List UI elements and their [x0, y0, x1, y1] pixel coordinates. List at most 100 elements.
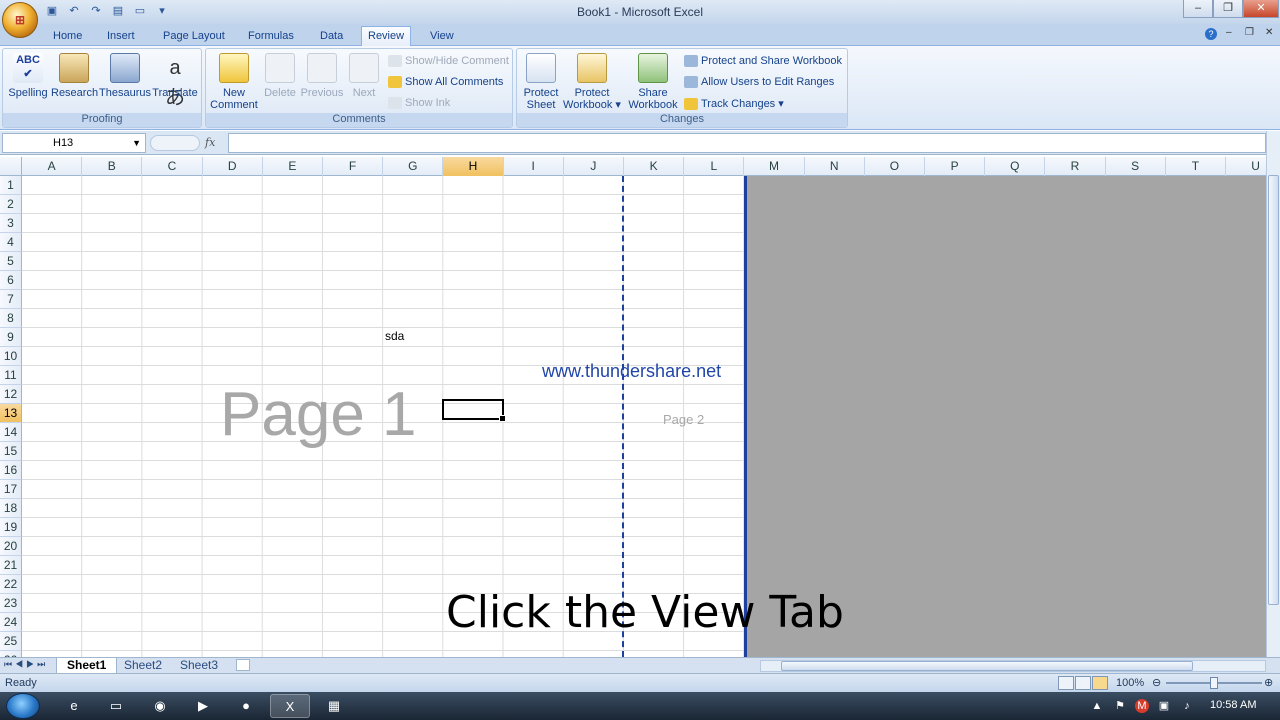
column-header-d[interactable]: D	[203, 157, 263, 176]
delete-comment-button[interactable]: Delete	[260, 53, 300, 99]
tab-view[interactable]: View	[424, 28, 460, 46]
row-header-15[interactable]: 15	[0, 442, 22, 461]
new-document-icon[interactable]: ▤	[110, 3, 126, 19]
allow-users-button[interactable]: Allow Users to Edit Ranges	[684, 76, 834, 88]
tab-data[interactable]: Data	[314, 28, 349, 46]
protect-workbook-button[interactable]: Protect Workbook ▾	[561, 53, 623, 111]
close-button[interactable]: ✕	[1243, 0, 1279, 18]
row-header-6[interactable]: 6	[0, 271, 22, 290]
research-button[interactable]: Research	[51, 53, 98, 99]
explorer-icon[interactable]: ▭	[96, 694, 136, 718]
sheet-nav-arrows-icon[interactable]: ⏮◀▶⏭	[4, 659, 48, 670]
name-box-dropdown-icon[interactable]: ▼	[132, 134, 141, 152]
insert-sheet-icon[interactable]	[236, 659, 250, 671]
sheet-tab-2[interactable]: Sheet2	[114, 658, 172, 674]
previous-comment-button[interactable]: Previous	[300, 53, 344, 99]
tab-formulas[interactable]: Formulas	[242, 28, 300, 46]
save-icon[interactable]: ▣	[44, 3, 60, 19]
normal-view-icon[interactable]	[1058, 676, 1074, 690]
row-header-2[interactable]: 2	[0, 195, 22, 214]
row-header-20[interactable]: 20	[0, 537, 22, 556]
column-header-t[interactable]: T	[1166, 157, 1226, 176]
column-header-l[interactable]: L	[684, 157, 745, 176]
zoom-slider-knob[interactable]	[1210, 677, 1218, 689]
column-header-u[interactable]: U	[1226, 157, 1266, 176]
show-ink-button[interactable]: Show Ink	[388, 97, 450, 109]
row-header-1[interactable]: 1	[0, 176, 22, 195]
track-changes-button[interactable]: Track Changes ▾	[684, 97, 784, 110]
new-comment-button[interactable]: New Comment	[210, 53, 258, 111]
column-header-c[interactable]: C	[142, 157, 203, 176]
vertical-scrollbar[interactable]	[1266, 131, 1280, 657]
row-header-9[interactable]: 9	[0, 328, 22, 347]
workbook-close-icon[interactable]: ✕	[1265, 27, 1273, 38]
media-player-icon[interactable]: ▶	[183, 694, 223, 718]
help-icon[interactable]: ?	[1205, 28, 1217, 40]
row-header-23[interactable]: 23	[0, 594, 22, 613]
action-center-icon[interactable]: ⚑	[1113, 699, 1127, 713]
row-header-3[interactable]: 3	[0, 214, 22, 233]
next-comment-button[interactable]: Next	[344, 53, 384, 99]
row-header-10[interactable]: 10	[0, 347, 22, 366]
row-header-18[interactable]: 18	[0, 499, 22, 518]
cell-g9[interactable]: sda	[385, 329, 404, 343]
clock[interactable]: 10:58 AM	[1210, 699, 1256, 711]
app-taskbar-icon[interactable]: ▦	[314, 694, 354, 718]
row-header-5[interactable]: 5	[0, 252, 22, 271]
protect-and-share-button[interactable]: Protect and Share Workbook	[684, 55, 842, 67]
column-header-k[interactable]: K	[624, 157, 685, 176]
column-header-p[interactable]: P	[925, 157, 986, 176]
formula-input[interactable]	[228, 133, 1266, 153]
horizontal-scroll-thumb[interactable]	[781, 661, 1193, 671]
row-header-25[interactable]: 25	[0, 632, 22, 651]
sheet-tab-3[interactable]: Sheet3	[170, 658, 228, 674]
row-header-14[interactable]: 14	[0, 423, 22, 442]
column-header-a[interactable]: A	[22, 157, 83, 176]
workbook-restore-icon[interactable]: ❐	[1245, 27, 1254, 38]
zoom-in-icon[interactable]: ⊕	[1264, 676, 1273, 689]
column-header-m[interactable]: M	[744, 157, 805, 176]
share-workbook-button[interactable]: Share Workbook	[625, 53, 681, 111]
undo-icon[interactable]: ↶	[66, 3, 82, 19]
tab-home[interactable]: Home	[47, 28, 88, 46]
row-header-13[interactable]: 13	[0, 404, 22, 423]
office-button[interactable]: ⊞	[2, 2, 38, 38]
active-cell-h13[interactable]	[442, 399, 506, 422]
row-header-16[interactable]: 16	[0, 461, 22, 480]
row-header-8[interactable]: 8	[0, 309, 22, 328]
page-break-preview-icon[interactable]	[1092, 676, 1108, 690]
column-header-e[interactable]: E	[263, 157, 323, 176]
row-header-22[interactable]: 22	[0, 575, 22, 594]
row-header-4[interactable]: 4	[0, 233, 22, 252]
horizontal-scrollbar[interactable]	[760, 660, 1266, 672]
column-header-g[interactable]: G	[383, 157, 444, 176]
row-header-7[interactable]: 7	[0, 290, 22, 309]
firefox-icon[interactable]: ●	[226, 694, 266, 718]
column-header-r[interactable]: R	[1045, 157, 1106, 176]
row-header-21[interactable]: 21	[0, 556, 22, 575]
row-header-24[interactable]: 24	[0, 613, 22, 632]
open-folder-icon[interactable]: ▭	[132, 3, 148, 19]
network-icon[interactable]: ▣	[1157, 699, 1171, 713]
insert-function-icon[interactable]: fx	[205, 136, 215, 149]
column-header-q[interactable]: Q	[985, 157, 1046, 176]
column-header-h[interactable]: H	[443, 157, 504, 176]
column-header-n[interactable]: N	[805, 157, 865, 176]
tab-review[interactable]: Review	[361, 26, 412, 47]
zoom-level[interactable]: 100%	[1116, 677, 1144, 689]
column-header-j[interactable]: J	[564, 157, 624, 176]
volume-icon[interactable]: ♪	[1180, 699, 1194, 713]
row-header-19[interactable]: 19	[0, 518, 22, 537]
column-header-s[interactable]: S	[1106, 157, 1166, 176]
customize-qat-icon[interactable]: ▾	[154, 3, 170, 19]
page-layout-view-icon[interactable]	[1075, 676, 1091, 690]
vertical-scroll-thumb[interactable]	[1268, 175, 1279, 605]
show-hide-comment-button[interactable]: Show/Hide Comment	[388, 55, 509, 67]
redo-icon[interactable]: ↷	[88, 3, 104, 19]
name-box[interactable]: H13 ▼	[2, 133, 146, 153]
ie-icon[interactable]: e	[54, 694, 94, 718]
excel-taskbar-icon[interactable]: X	[270, 694, 310, 718]
row-header-12[interactable]: 12	[0, 385, 22, 404]
thesaurus-button[interactable]: Thesaurus	[99, 53, 151, 99]
column-header-b[interactable]: B	[82, 157, 143, 176]
